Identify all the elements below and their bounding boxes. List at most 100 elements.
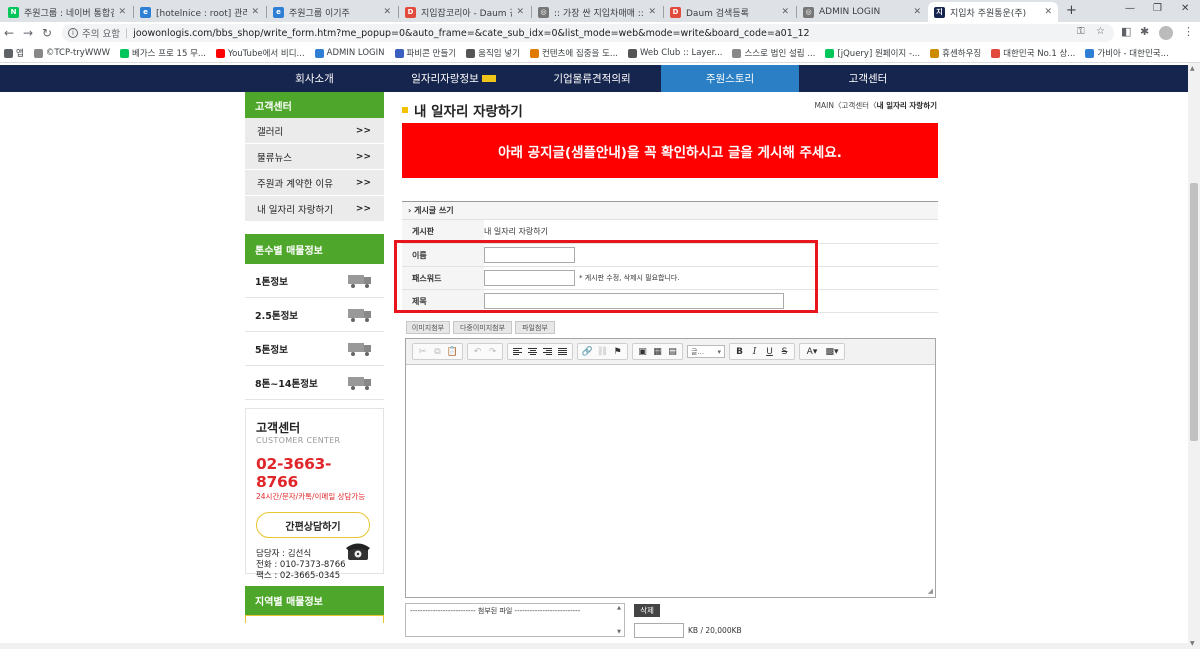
sidebar-item-gallery[interactable]: 갤러리 >> xyxy=(245,118,384,144)
ton-item-8-14[interactable]: 8톤~14톤정보 xyxy=(245,366,384,400)
bookmark-item[interactable]: 베가스 프로 15 무... xyxy=(120,47,206,59)
scrollbar-thumb[interactable] xyxy=(1190,183,1198,441)
star-icon[interactable]: ☆ xyxy=(1096,26,1105,37)
horizontal-rule-icon[interactable]: ▤ xyxy=(665,344,680,359)
forward-icon[interactable]: → xyxy=(23,26,33,40)
table-icon[interactable]: ▦ xyxy=(650,344,665,359)
browser-tab[interactable]: ◎ :: 가장 싼 지입차매매 :: 지입 ✕ xyxy=(532,2,662,22)
name-input[interactable] xyxy=(484,247,575,263)
page-vertical-scrollbar[interactable]: ▲ ▼ xyxy=(1188,63,1200,649)
underline-icon[interactable]: U xyxy=(762,344,777,359)
bookmark-item[interactable]: YouTube에서 비디... xyxy=(216,47,305,59)
cut-icon[interactable]: ✂ xyxy=(415,344,430,359)
image-icon[interactable]: ▣ xyxy=(635,344,650,359)
close-icon[interactable]: ✕ xyxy=(648,7,656,17)
browser-tab[interactable]: D 지입잡코리아 - Daum 검색 ✕ xyxy=(399,2,530,22)
sidebar-item-news[interactable]: 물류뉴스 >> xyxy=(245,144,384,170)
close-window-icon[interactable]: ✕ xyxy=(1181,3,1189,14)
close-icon[interactable]: ✕ xyxy=(1044,7,1052,17)
info-icon[interactable]: i xyxy=(68,28,78,38)
delete-file-button[interactable]: 삭제 xyxy=(634,604,660,617)
text-color-icon[interactable]: A▾ xyxy=(802,344,822,359)
anchor-flag-icon[interactable]: ⚑ xyxy=(610,344,625,359)
nav-job-info[interactable]: 일자리자랑정보 xyxy=(384,65,523,92)
close-icon[interactable]: ✕ xyxy=(383,7,391,17)
bookmark-item[interactable]: 파비콘 만들기 xyxy=(394,47,456,59)
close-icon[interactable]: ✕ xyxy=(516,7,524,17)
bg-color-icon[interactable]: ▩▾ xyxy=(822,344,842,359)
undo-icon[interactable]: ↶ xyxy=(470,344,485,359)
ton-item-5[interactable]: 5톤정보 xyxy=(245,332,384,366)
close-icon[interactable]: ✕ xyxy=(118,7,126,17)
align-center-icon[interactable] xyxy=(525,344,540,359)
paste-icon[interactable]: 📋 xyxy=(445,344,460,359)
reload-icon[interactable]: ↻ xyxy=(42,26,52,40)
ton-item-2-5[interactable]: 2.5톤정보 xyxy=(245,298,384,332)
browser-tab-active[interactable]: 지 지입차 주원통운(주) ✕ xyxy=(928,2,1058,22)
tab-multi-image-attach[interactable]: 다중이미지첨부 xyxy=(453,321,512,334)
bookmark-item[interactable]: 가비아 - 대한민국... xyxy=(1085,47,1169,59)
strikethrough-icon[interactable]: S xyxy=(777,344,792,359)
key-icon[interactable]: ⚿ xyxy=(1077,26,1085,37)
list-scrollbar[interactable]: ▲ ▼ xyxy=(615,605,623,635)
redo-icon[interactable]: ↷ xyxy=(485,344,500,359)
file-size-field xyxy=(634,623,684,638)
bold-icon[interactable]: B xyxy=(732,344,747,359)
more-menu-icon[interactable]: ⋮ xyxy=(1183,25,1194,38)
browser-tab[interactable]: N 주원그룹 : 네이버 통합검색 ✕ xyxy=(2,2,132,22)
close-icon[interactable]: ✕ xyxy=(251,7,259,17)
nav-logistics-quote[interactable]: 기업물류견적의뢰 xyxy=(523,65,661,92)
close-icon[interactable]: ✕ xyxy=(913,7,921,17)
font-select[interactable]: 글... ▾ xyxy=(687,345,725,358)
nav-story[interactable]: 주원스토리 xyxy=(661,65,799,92)
align-right-icon[interactable] xyxy=(540,344,555,359)
quick-consult-button[interactable]: 간편상담하기 xyxy=(256,512,370,538)
scroll-up-icon[interactable]: ▲ xyxy=(1190,65,1195,72)
bookmark-item[interactable]: ADMIN LOGIN xyxy=(314,48,385,58)
new-tab-button[interactable]: + xyxy=(1066,3,1077,18)
align-left-icon[interactable] xyxy=(510,344,525,359)
scroll-down-icon[interactable]: ▼ xyxy=(1190,640,1195,647)
bookmark-item[interactable]: 컨텐츠에 집중을 도... xyxy=(529,47,618,59)
align-justify-icon[interactable] xyxy=(555,344,570,359)
browser-tab[interactable]: D Daum 검색등록 ✕ xyxy=(664,2,795,22)
browser-tab[interactable]: e [hotelnice : root] 관리자 페 ✕ xyxy=(134,2,265,22)
puzzle-icon[interactable]: ✱ xyxy=(1140,25,1149,38)
page-horizontal-scrollbar[interactable] xyxy=(0,643,1188,649)
bookmark-item[interactable]: [jQuery] 원페이지 -... xyxy=(825,47,920,59)
bookmark-item[interactable]: 스스로 법인 설립 ... xyxy=(732,47,815,59)
unlink-icon[interactable]: ⛓ xyxy=(595,344,610,359)
bookmark-item[interactable]: Web Club :: Layer... xyxy=(628,48,722,58)
tab-file-attach[interactable]: 파일첨부 xyxy=(515,321,555,334)
bookmark-item[interactable]: 휴센하우징 xyxy=(930,47,981,59)
italic-icon[interactable]: I xyxy=(747,344,762,359)
editor-content-area[interactable]: ◢ xyxy=(406,366,935,597)
back-icon[interactable]: ← xyxy=(4,26,14,40)
minimize-icon[interactable]: — xyxy=(1125,3,1135,14)
close-icon[interactable]: ✕ xyxy=(781,7,789,17)
sidebar-item-reasons[interactable]: 주원과 계약한 이유 >> xyxy=(245,170,384,196)
address-bar[interactable]: i 주의 요함 | joowonlogis.com/bbs_shop/write… xyxy=(62,24,1114,42)
extension-icon[interactable]: ◧ xyxy=(1121,25,1131,38)
subject-input[interactable] xyxy=(484,293,784,309)
browser-tab[interactable]: e 주원그룹 이기주 ✕ xyxy=(267,2,397,22)
sidebar-item-my-job[interactable]: 내 일자리 자랑하기 >> xyxy=(245,196,384,222)
avatar[interactable] xyxy=(1159,26,1173,40)
restore-icon[interactable]: ❐ xyxy=(1153,3,1162,14)
nav-customer-center[interactable]: 고객센터 xyxy=(799,65,937,92)
resize-handle-icon[interactable]: ◢ xyxy=(928,587,933,595)
tab-image-attach[interactable]: 이미지첨부 xyxy=(406,321,450,334)
bookmark-item[interactable]: 대한민국 No.1 상... xyxy=(991,47,1075,59)
browser-tab[interactable]: ◎ ADMIN LOGIN ✕ xyxy=(797,2,927,22)
ton-item-1[interactable]: 1톤정보 xyxy=(245,264,384,298)
password-input[interactable] xyxy=(484,270,575,286)
scroll-up-icon[interactable]: ▲ xyxy=(617,605,621,611)
copy-icon[interactable]: ⧉ xyxy=(430,344,445,359)
nav-company[interactable]: 회사소개 xyxy=(245,65,384,92)
link-icon[interactable]: 🔗 xyxy=(580,344,595,359)
scroll-down-icon[interactable]: ▼ xyxy=(617,629,621,635)
bookmark-item[interactable]: 움직임 넣기 xyxy=(466,47,520,59)
attached-files-list[interactable]: -------------------------- 첨부된 파일 ------… xyxy=(405,603,625,637)
bookmark-item[interactable]: ©TCP-tryWWW xyxy=(33,48,110,58)
bookmark-item[interactable]: 앱 xyxy=(4,47,24,59)
